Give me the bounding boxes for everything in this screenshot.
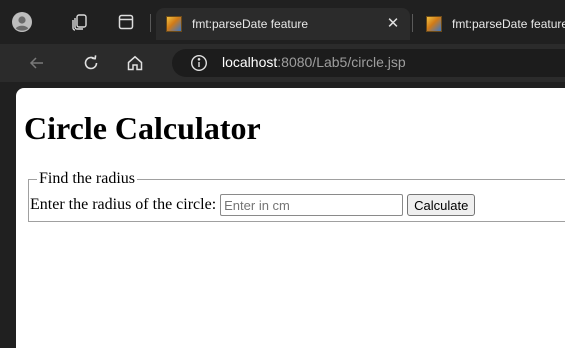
tab-favicon [426, 16, 442, 32]
home-icon[interactable] [124, 52, 146, 74]
tab-title: fmt:parseDate feature [192, 17, 309, 31]
close-icon[interactable]: ✕ [385, 16, 401, 32]
radius-input[interactable] [220, 194, 404, 216]
tab-active[interactable]: fmt:parseDate feature [156, 8, 410, 40]
radius-label: Enter the radius of the circle: [30, 196, 217, 213]
profile-avatar-icon[interactable] [12, 12, 32, 32]
tab-actions-icon[interactable] [116, 12, 136, 32]
page-title: Circle Calculator [24, 110, 261, 146]
tab-title: fmt:parseDate feature [452, 17, 565, 31]
calculate-button[interactable]: Calculate [407, 194, 476, 216]
url-host: localhost [222, 54, 278, 70]
fieldset-legend: Find the radius [39, 170, 135, 187]
url-path: :8080/Lab5/circle.jsp [277, 54, 406, 70]
tab-strip: fmt:parseDate feature ✕ fmt:parseDate fe… [0, 0, 565, 44]
workspaces-icon[interactable] [70, 12, 90, 32]
tab-separator [412, 14, 413, 32]
tab-inactive[interactable]: fmt:parseDate feature [418, 8, 565, 40]
reload-icon[interactable] [80, 52, 102, 74]
back-arrow-icon[interactable] [26, 52, 48, 74]
radius-form-row: Enter the radius of the circle: Calculat… [30, 194, 476, 216]
page-viewport: Circle Calculator Find the radius Enter … [16, 88, 565, 348]
tab-separator [150, 14, 151, 32]
tab-favicon [166, 16, 182, 32]
address-url[interactable]: localhost:8080/Lab5/circle.jsp [222, 54, 406, 70]
site-info-icon[interactable] [190, 54, 208, 77]
